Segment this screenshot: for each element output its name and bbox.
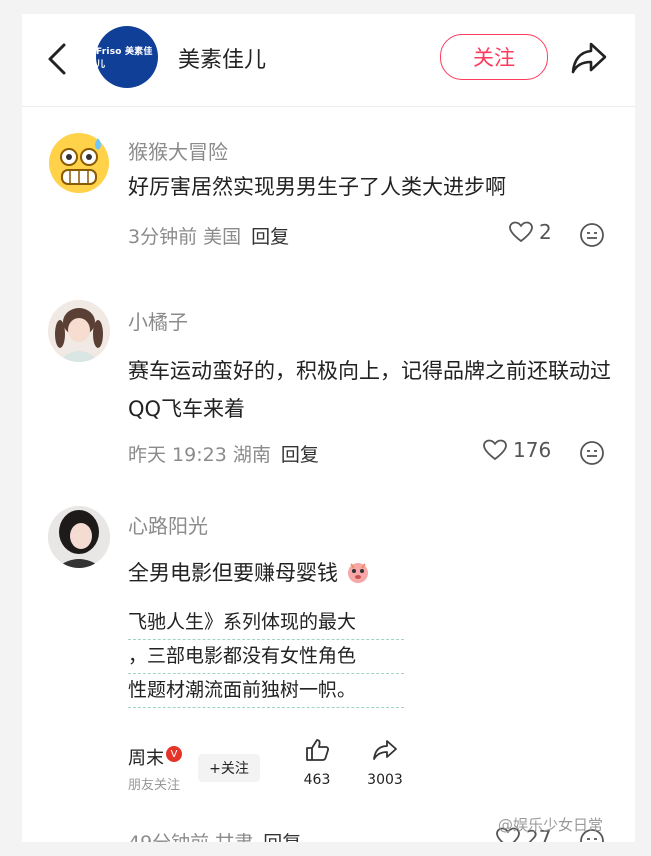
repost-count: 3003 (367, 772, 403, 788)
comment-username[interactable]: 猴猴大冒险 (128, 136, 228, 165)
comment-time-location: 昨天 19:23 湖南 (128, 444, 271, 466)
channel-subtitle: 朋友关注 (128, 778, 181, 793)
comment-item: 小橘子 赛车运动蛮好的，积极向上，记得品牌之前还联动过QQ飞车来着 昨天 19:… (22, 284, 635, 488)
thumbs-up-count: 463 (303, 772, 331, 788)
share-icon (373, 740, 397, 760)
comment-text: 好厉害居然实现男男生子了人类大进步啊 (128, 175, 506, 199)
brand-name[interactable]: 美素佳儿 (178, 42, 266, 74)
repost-button[interactable]: 3003 (360, 738, 410, 788)
embed-line: ，三部电影都没有女性角色 (128, 640, 404, 674)
top-bar: Friso 美素佳儿 美素佳儿 关注 (22, 14, 635, 107)
crying-emoji-icon (347, 563, 368, 583)
heart-icon (483, 439, 507, 461)
verified-badge-icon: V (166, 746, 182, 762)
user-avatar[interactable] (48, 506, 110, 568)
channel-name[interactable]: 周末 (128, 744, 164, 770)
comment-meta: 49分钟前 甘肃回复 (128, 828, 301, 842)
back-arrow-icon[interactable] (44, 42, 70, 76)
user-photo-icon (48, 300, 110, 362)
comment-text: 全男电影但要赚母婴钱 (128, 554, 614, 592)
channel-follow-button[interactable]: +关注 (198, 754, 260, 782)
like-button[interactable]: 176 (483, 438, 551, 462)
comment-text: 赛车运动蛮好的，积极向上，记得品牌之前还联动过QQ飞车来着 (128, 359, 611, 421)
heart-icon (509, 221, 533, 243)
emoji-react-icon[interactable] (579, 222, 605, 248)
embedded-post-text: 飞驰人生》系列体现的最大 ，三部电影都没有女性角色 性题材潮流面前独树一帜。 (128, 606, 404, 708)
embed-line: 性题材潮流面前独树一帜。 (128, 674, 404, 708)
comment-meta: 昨天 19:23 湖南 回复 (128, 440, 319, 467)
emoji-avatar-icon (49, 133, 109, 193)
comment-username[interactable]: 小橘子 (128, 306, 188, 335)
share-icon[interactable] (569, 38, 609, 78)
comment-time-location: 3分钟前 美国 (128, 226, 242, 248)
comment-username[interactable]: 心路阳光 (128, 510, 208, 539)
reply-button[interactable]: 回复 (263, 832, 301, 842)
thumbs-up-icon (306, 739, 330, 761)
brand-logo: Friso 美素佳儿 (96, 47, 153, 70)
watermark: @娱乐少女日常 (498, 816, 604, 834)
brand-avatar[interactable]: Friso 美素佳儿 (96, 26, 158, 88)
user-avatar[interactable] (48, 300, 110, 362)
user-photo-icon (48, 506, 110, 568)
like-count: 2 (539, 220, 552, 244)
comment-text-body: 全男电影但要赚母婴钱 (128, 561, 338, 585)
emoji-react-icon[interactable] (579, 440, 605, 466)
user-avatar[interactable] (48, 132, 110, 194)
embed-line: 飞驰人生》系列体现的最大 (128, 606, 404, 640)
reply-button[interactable]: 回复 (281, 444, 319, 466)
like-button[interactable]: 2 (509, 220, 552, 244)
comment-meta: 3分钟前 美国 回复 (128, 222, 289, 249)
reply-button[interactable]: 回复 (251, 226, 289, 248)
comment-item: 猴猴大冒险 好厉害居然实现男男生子了人类大进步啊 3分钟前 美国 回复 2 (22, 106, 635, 284)
comment-item: 心路阳光 全男电影但要赚母婴钱 飞驰人生》系列体现的最大 ，三部电影都没有女性角… (22, 488, 635, 842)
thumbs-up-button[interactable]: 463 (292, 738, 342, 788)
follow-button[interactable]: 关注 (440, 34, 548, 80)
comment-time-location: 49分钟前 甘肃 (128, 832, 253, 842)
embedded-post-actions: 周末 V 朋友关注 +关注 463 3003 (128, 732, 428, 804)
like-count: 176 (513, 438, 552, 462)
comment-panel: Friso 美素佳儿 美素佳儿 关注 猴猴大冒险 好厉害居然实现男男生子了人类大… (22, 14, 635, 842)
